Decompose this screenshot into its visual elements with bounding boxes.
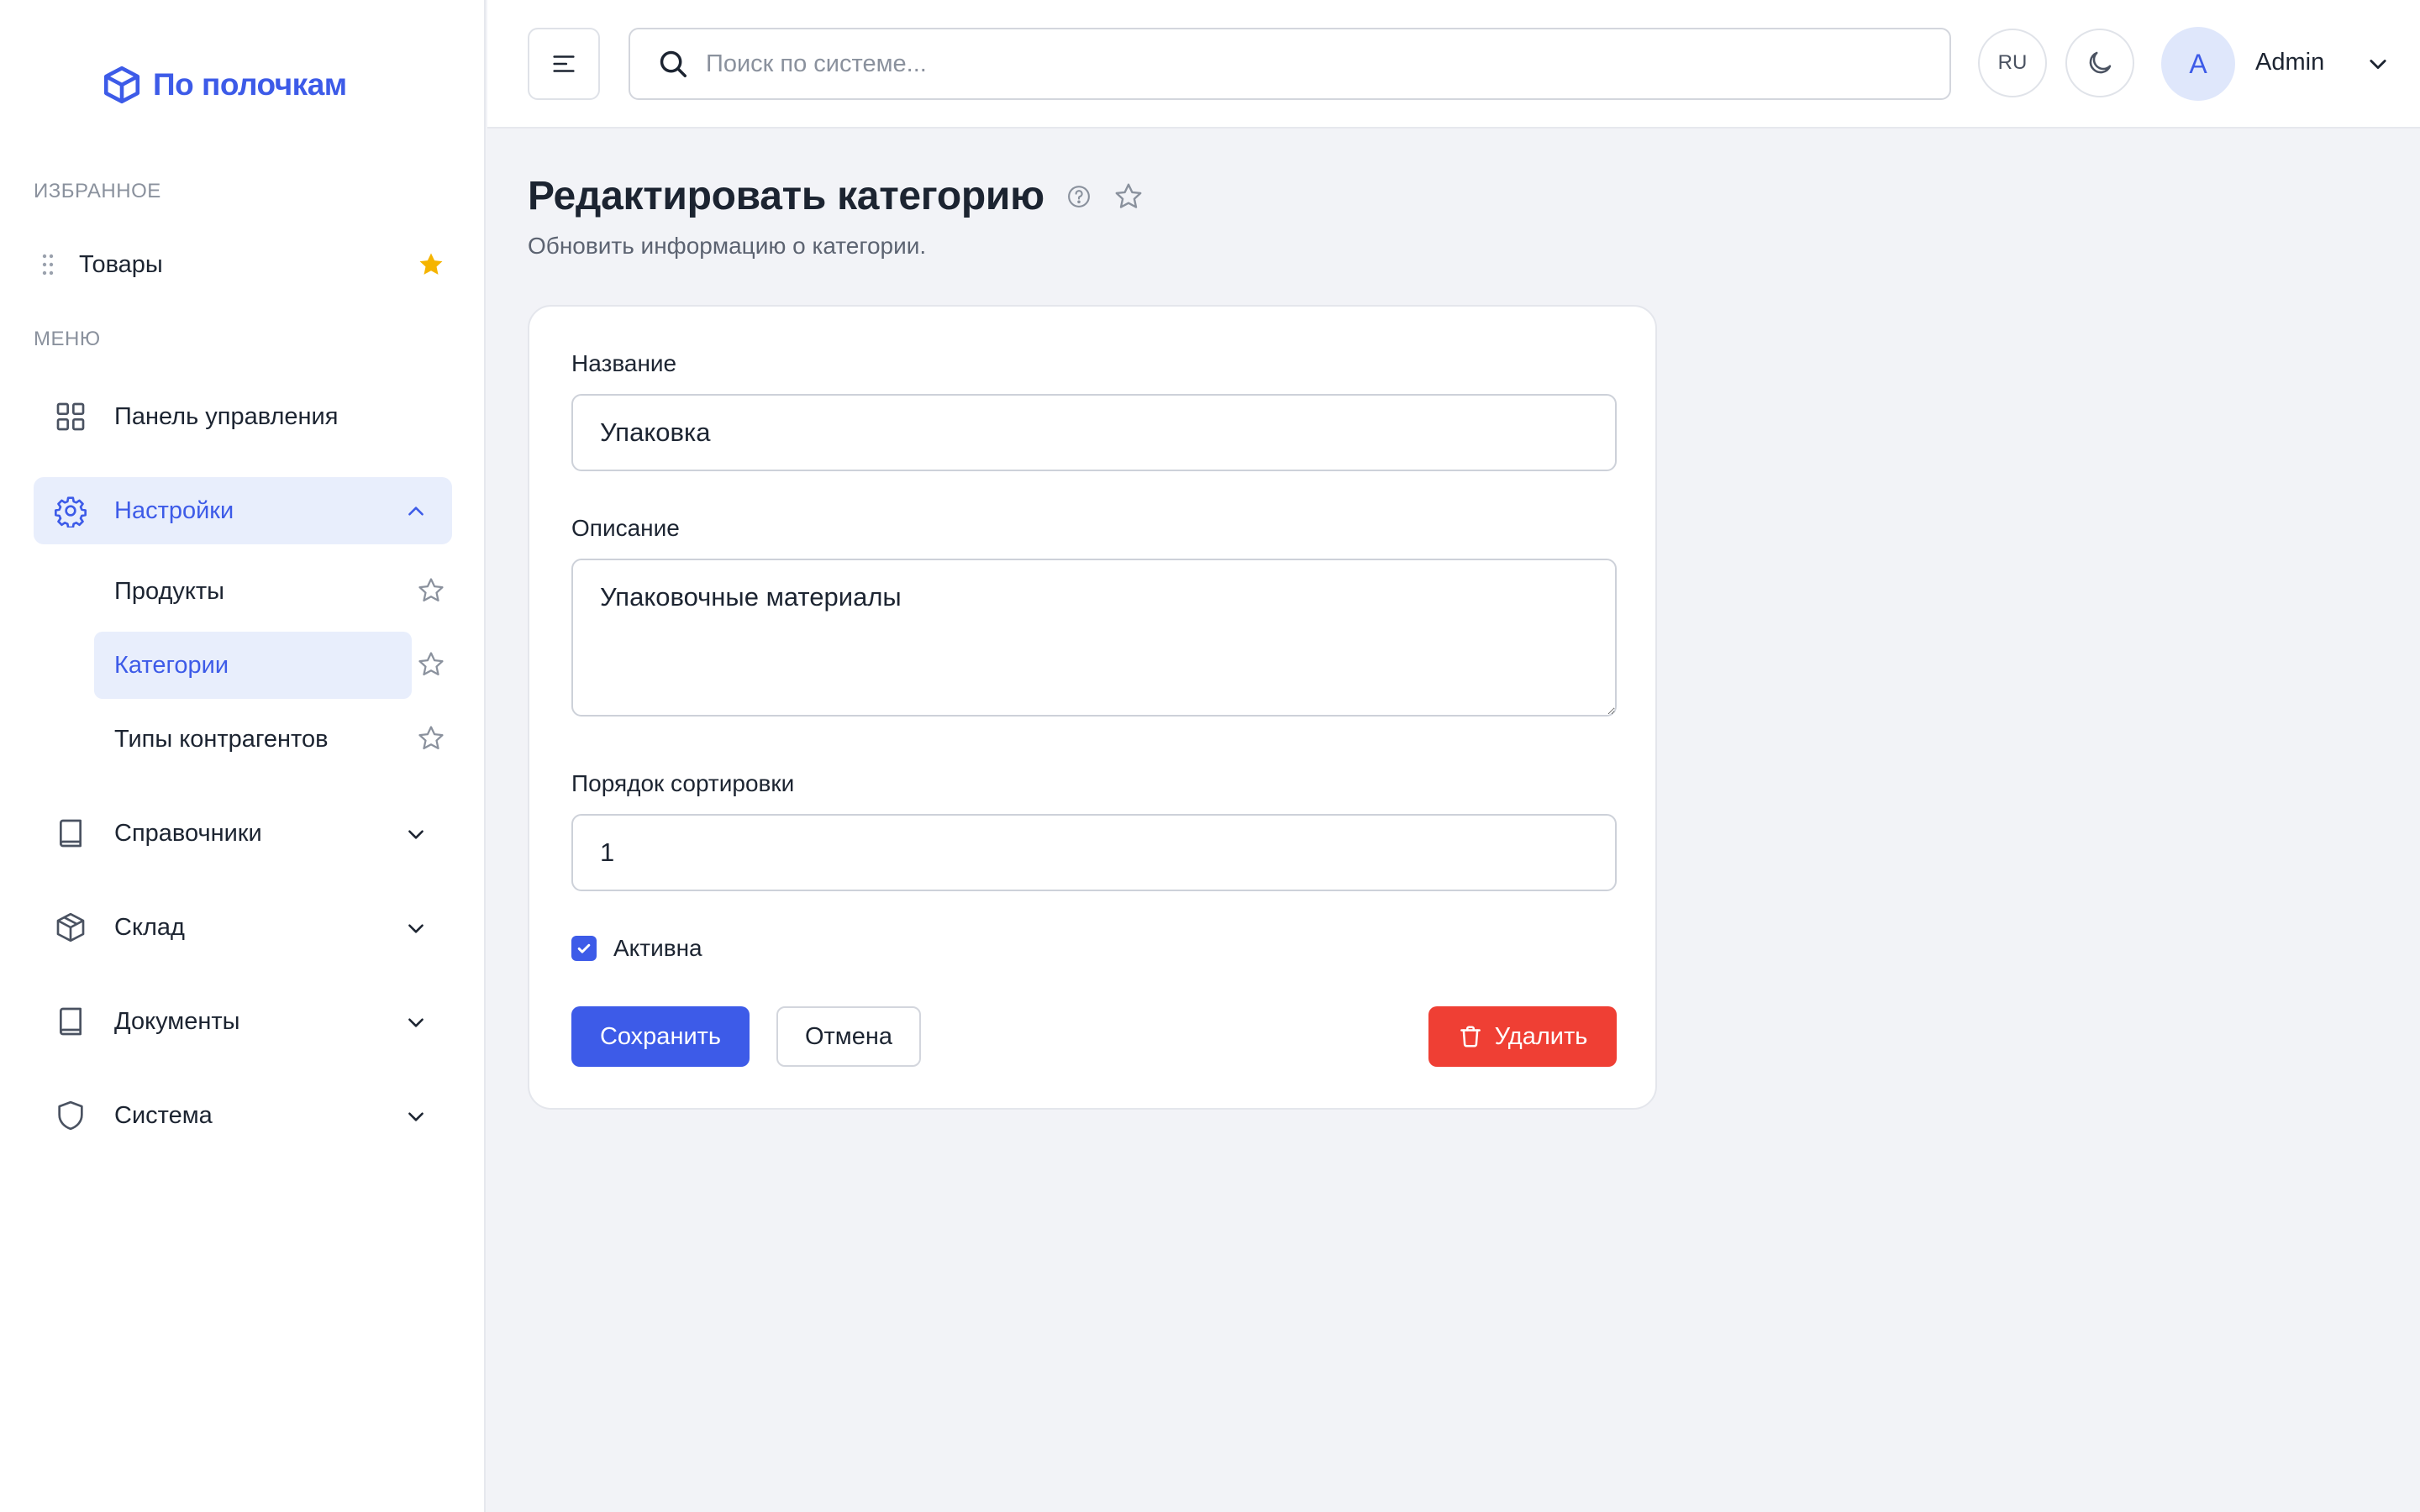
logo-text: По полочкам [153,67,347,102]
search-input[interactable] [706,50,1882,78]
star-outline-icon[interactable] [417,724,445,753]
sort-order-label: Порядок сортировки [571,770,795,796]
chevron-down-icon [405,1105,427,1127]
sidebar-item-system[interactable]: Система [34,1082,452,1149]
sidebar-item-references[interactable]: Справочники [34,800,452,867]
chevron-down-icon [405,823,427,845]
chevron-down-icon [405,1011,427,1033]
top-header: RU A Admin [487,0,2420,129]
page-title-row: Редактировать категорию [528,173,1144,219]
sidebar-subitem-label: Продукты [114,577,225,605]
favorite-item-label: Товары [79,250,163,278]
cancel-button[interactable]: Отмена [776,1006,921,1067]
favorites-section-title: ИЗБРАННОЕ [34,180,161,202]
star-outline-icon[interactable] [417,576,445,605]
sidebar-item-label: Система [114,1101,213,1129]
drag-handle-icon[interactable] [42,253,54,276]
dashboard-grid-icon [54,400,87,433]
book-icon [54,1005,87,1038]
sidebar-item-label: Панель управления [114,402,339,430]
book-icon [54,816,87,850]
active-checkbox-label: Активна [613,935,702,961]
sidebar-subitem-counterparty-types[interactable]: Типы контрагентов [94,706,412,773]
active-checkbox-row[interactable]: Активна [571,935,702,962]
cube-logo-icon [101,64,143,106]
edit-category-form: Название Описание Упаковочные материалы … [528,305,1657,1110]
help-icon[interactable] [1066,184,1092,209]
sidebar-subitem-products[interactable]: Продукты [94,558,412,625]
description-label: Описание [571,515,680,541]
search-box[interactable] [629,28,1951,100]
box-icon [54,911,87,944]
star-outline-icon[interactable] [417,650,445,679]
sidebar-item-label: Склад [114,913,185,941]
theme-toggle-button[interactable] [2065,29,2134,97]
gear-icon [54,494,87,528]
delete-button-label: Удалить [1494,1022,1588,1050]
delete-button[interactable]: Удалить [1428,1006,1617,1067]
sidebar-item-warehouse[interactable]: Склад [34,894,452,961]
chevron-down-icon [405,917,427,939]
sidebar-subitem-categories[interactable]: Категории [94,632,412,699]
description-textarea[interactable]: Упаковочные материалы [571,559,1617,717]
name-input[interactable] [571,394,1617,471]
name-label: Название [571,350,677,376]
language-button[interactable]: RU [1978,29,2047,97]
menu-toggle-button[interactable] [528,28,600,100]
sort-order-input[interactable] [571,814,1617,891]
favorite-item-products[interactable]: Товары [34,244,450,286]
sidebar: По полочкам ИЗБРАННОЕ Товары МЕНЮ Панель… [0,0,486,1512]
sidebar-subitem-label: Категории [114,651,229,679]
shield-icon [54,1099,87,1132]
sidebar-item-dashboard[interactable]: Панель управления [34,383,452,450]
menu-lines-icon [550,50,578,78]
star-filled-icon[interactable] [417,250,445,279]
user-name[interactable]: Admin [2255,49,2324,76]
star-outline-icon[interactable] [1113,181,1144,212]
page-title: Редактировать категорию [528,174,1044,218]
sidebar-subitem-label: Типы контрагентов [114,725,329,753]
sidebar-item-settings[interactable]: Настройки [34,477,452,544]
search-icon [657,48,689,80]
chevron-down-icon[interactable] [2366,52,2390,76]
active-checkbox[interactable] [571,936,597,961]
logo[interactable]: По полочкам [101,64,347,106]
sidebar-item-label: Справочники [114,819,262,847]
sidebar-item-documents[interactable]: Документы [34,988,452,1055]
menu-section-title: МЕНЮ [34,328,101,350]
moon-icon [2085,48,2115,78]
avatar[interactable]: A [2161,27,2235,101]
trash-icon [1458,1024,1483,1049]
sidebar-item-label: Настройки [114,496,234,524]
page-subtitle: Обновить информацию о категории. [528,233,927,259]
save-button[interactable]: Сохранить [571,1006,750,1067]
chevron-up-icon [405,501,427,522]
sidebar-item-label: Документы [114,1007,240,1035]
